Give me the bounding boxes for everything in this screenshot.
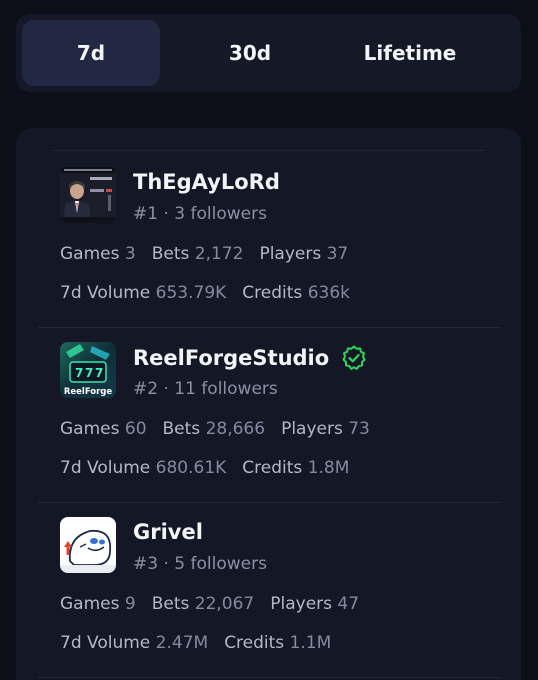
svg-text:7: 7	[75, 366, 83, 380]
stat-credits: Credits 636k	[242, 283, 350, 303]
svg-text:7: 7	[85, 366, 93, 380]
stat-bets: Bets 28,666	[162, 419, 266, 439]
cartoon-blob-avatar[interactable]	[60, 517, 116, 573]
creator-name[interactable]: ReelForgeStudio	[133, 346, 329, 370]
stat-players: Players 47	[270, 594, 360, 614]
tab-7d[interactable]: 7d	[22, 20, 160, 86]
followers-count: 11 followers	[174, 379, 278, 399]
stat-games: Games 3	[60, 244, 136, 264]
rank-followers: #1 · 3 followers	[133, 204, 267, 224]
reelforge-logo-avatar[interactable]: 7 7 7 ReelForge	[60, 342, 116, 398]
stats-row: 7d Volume 2.47M Credits 1.1M	[60, 633, 331, 653]
stat-volume: 7d Volume 2.47M	[60, 633, 209, 653]
followers-count: 5 followers	[174, 554, 267, 574]
tab-30d[interactable]: 30d	[170, 20, 330, 86]
creator-name[interactable]: Grivel	[133, 520, 203, 544]
divider	[38, 677, 500, 678]
stat-credits: Credits 1.1M	[224, 633, 332, 653]
rank: #2	[133, 379, 159, 399]
stat-bets: Bets 22,067	[151, 594, 255, 614]
svg-text:7: 7	[95, 366, 103, 380]
stats-row: Games 60 Bets 28,666 Players 73	[60, 419, 370, 439]
avatar-logo-text: ReelForge	[64, 387, 113, 397]
period-tabs: 7d 30d Lifetime	[16, 14, 521, 92]
leaderboard-entry[interactable]: Grivel #3 · 5 followers Games 9 Bets 22,…	[16, 503, 521, 678]
verified-badge-icon	[342, 345, 366, 370]
leaderboard-panel: ThEgAyLoRd #1 · 3 followers Games 3 Bets…	[16, 128, 521, 680]
stat-games: Games 60	[60, 419, 147, 439]
followers-count: 3 followers	[174, 204, 267, 224]
rank-followers: #3 · 5 followers	[133, 554, 267, 574]
leaderboard-entry[interactable]: ThEgAyLoRd #1 · 3 followers Games 3 Bets…	[16, 153, 521, 328]
leaderboard-entry[interactable]: 7 7 7 ReelForge ReelForgeStudio #2 · 11 …	[16, 328, 521, 503]
creator-name[interactable]: ThEgAyLoRd	[133, 170, 280, 194]
name-row: Grivel	[133, 520, 203, 544]
stat-players: Players 73	[281, 419, 370, 439]
stat-games: Games 9	[60, 594, 136, 614]
stats-row: 7d Volume 680.61K Credits 1.8M	[60, 458, 349, 478]
political-poster-avatar[interactable]	[60, 167, 116, 223]
stats-row: Games 3 Bets 2,172 Players 37	[60, 244, 348, 264]
name-row: ThEgAyLoRd	[133, 170, 280, 194]
rank-followers: #2 · 11 followers	[133, 379, 278, 399]
tab-lifetime[interactable]: Lifetime	[330, 20, 490, 86]
name-row: ReelForgeStudio	[133, 345, 367, 371]
stat-volume: 7d Volume 653.79K	[60, 283, 227, 303]
stats-row: Games 9 Bets 22,067 Players 47	[60, 594, 359, 614]
divider	[52, 150, 486, 151]
stat-volume: 7d Volume 680.61K	[60, 458, 227, 478]
rank: #1	[133, 204, 159, 224]
rank: #3	[133, 554, 159, 574]
stats-row: 7d Volume 653.79K Credits 636k	[60, 283, 350, 303]
stat-players: Players 37	[259, 244, 349, 264]
stat-bets: Bets 2,172	[151, 244, 244, 264]
stat-credits: Credits 1.8M	[242, 458, 350, 478]
